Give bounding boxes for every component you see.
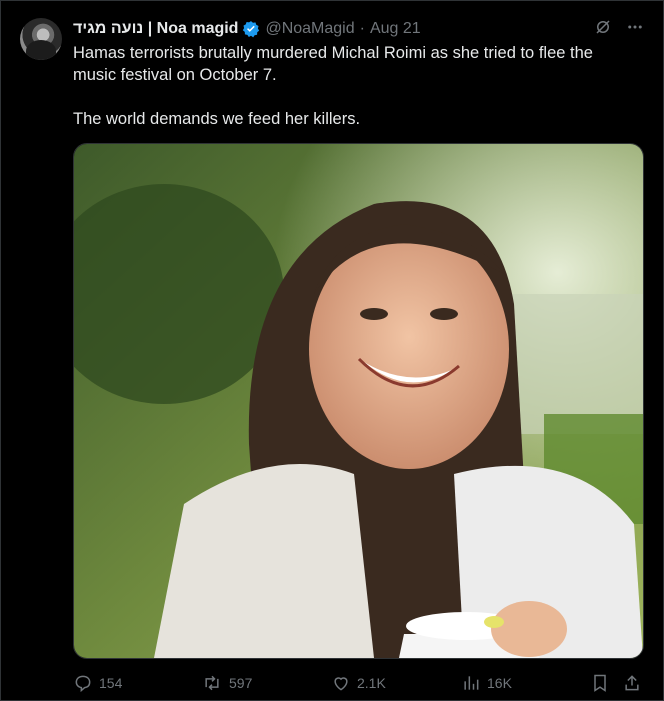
share-button[interactable] [622,673,642,693]
photo-image [74,144,643,658]
reply-button[interactable]: 154 [73,673,122,693]
views-button[interactable]: 16K [461,673,512,693]
more-icon[interactable] [626,18,644,41]
tweet-paragraph: Hamas terrorists brutally murdered Micha… [73,44,593,84]
bookmark-button[interactable] [590,673,610,693]
author-name[interactable]: נועה מגיד | Noa magid [73,20,238,38]
verified-badge-icon [242,20,260,38]
author-handle[interactable]: @NoaMagid [265,20,354,38]
avatar[interactable] [20,18,62,60]
repost-button[interactable]: 597 [201,673,252,693]
tweet-header: נועה מגיד | Noa magid @NoaMagid · Aug 21 [73,18,421,40]
like-icon [334,677,348,691]
header-actions [594,18,644,41]
tweet-text: Hamas terrorists brutally murdered Micha… [73,42,633,130]
tweet-actions: 154 597 2.1K 16K [73,670,643,696]
bookmark-icon [594,674,606,692]
share-icon [625,675,639,691]
tweet-paragraph: The world demands we feed her killers. [73,110,361,128]
separator-dot: · [359,20,365,37]
like-button[interactable]: 2.1K [331,673,386,693]
tweet-date[interactable]: Aug 21 [370,20,421,38]
grok-icon[interactable] [594,18,612,41]
views-icon [464,676,479,690]
views-count: 16K [487,675,512,691]
reply-icon [75,675,91,693]
tweet-photo[interactable] [73,143,644,659]
like-count: 2.1K [357,675,386,691]
repost-count: 597 [229,675,253,691]
reply-count: 154 [99,675,123,691]
repost-icon [205,675,219,691]
